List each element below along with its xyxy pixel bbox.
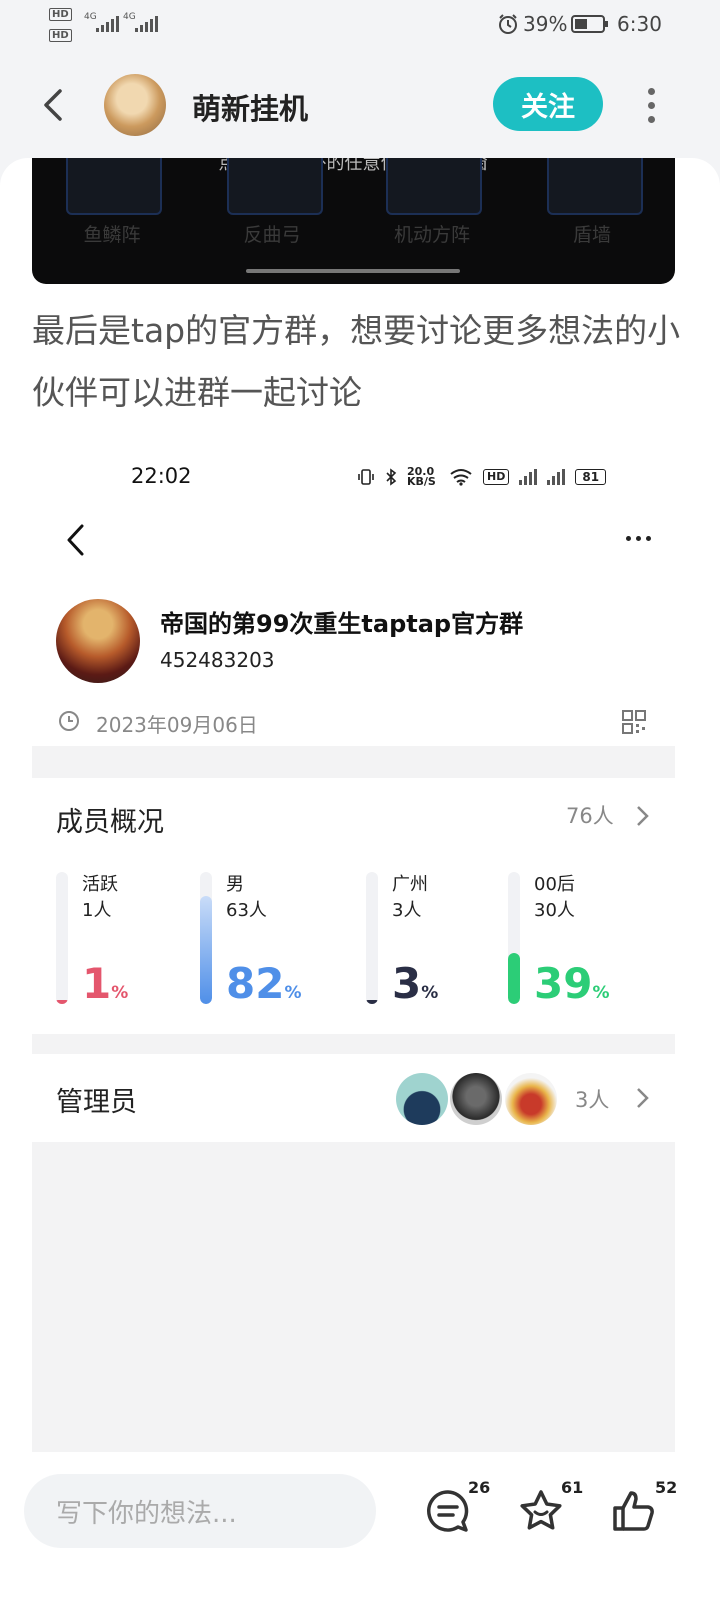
formation-label: 机动方阵 (393, 224, 470, 246)
stat-count: 1人 (82, 900, 112, 921)
chevron-right-icon (637, 1088, 649, 1108)
members-count: 76人 (566, 804, 614, 828)
video-progress-bar[interactable] (246, 269, 460, 273)
admins-title: 管理员 (56, 1087, 137, 1118)
battery-icon (571, 15, 608, 33)
members-title: 成员概况 (56, 807, 164, 838)
like-count: 52 (655, 1478, 678, 1497)
stat-unit: % (284, 983, 302, 1003)
signal-icon (547, 469, 566, 485)
hd-badge: HD (49, 29, 72, 42)
stat-percent: 3% (392, 960, 438, 1017)
stat-percent: 1% (82, 960, 128, 1017)
formation-thumb (227, 158, 323, 215)
stat-unit: % (111, 983, 129, 1003)
post-paragraph: 最后是tap的官方群，想要讨论更多想法的小伙伴可以进群一起讨论 (32, 311, 681, 412)
status-bar: HD HD 4G 4G 39% 6:30 (0, 0, 720, 50)
formation-thumb (66, 158, 162, 215)
stat-label: 活跃 (82, 874, 118, 895)
stat-bar-track (366, 872, 378, 1004)
screenshot-clock: 22:02 (131, 464, 192, 488)
clock-icon (59, 711, 79, 731)
alarm-icon (499, 14, 517, 34)
formation-thumb (547, 158, 643, 215)
section-divider (32, 1034, 675, 1054)
favorite-count: 61 (561, 1478, 584, 1497)
stat-unit: % (421, 983, 439, 1003)
comment-count: 26 (468, 1478, 491, 1497)
group-created-date: 2023年09月06日 (96, 713, 258, 737)
admin-avatar (396, 1073, 448, 1125)
stat-bar-fill (508, 953, 520, 1004)
stat-count: 63人 (226, 900, 267, 921)
formation-label: 反曲弓 (243, 224, 301, 246)
stat-bar-track (56, 872, 68, 1004)
comment-icon[interactable] (425, 1488, 471, 1534)
stat-count: 30人 (534, 900, 575, 921)
screenshot-back-icon (67, 524, 84, 556)
member-stat: 活跃 1人 1% (56, 872, 206, 1008)
member-stat: 男 63人 82% (200, 872, 350, 1008)
empty-area (32, 1142, 675, 1452)
battery-indicator: 81 (575, 469, 607, 485)
like-thumb-icon[interactable] (611, 1488, 657, 1534)
follow-button[interactable]: 关注 (493, 77, 603, 131)
qr-code-icon (622, 710, 646, 734)
favorite-star-icon[interactable] (518, 1488, 564, 1534)
stat-value: 1 (82, 959, 112, 1008)
admin-avatar (450, 1073, 502, 1125)
group-avatar (56, 599, 140, 683)
signal-icon (135, 16, 158, 32)
stat-bar-track (200, 872, 212, 1004)
more-options-icon[interactable] (648, 88, 655, 123)
back-icon[interactable] (40, 88, 66, 122)
screenshot-more-icon (626, 536, 651, 541)
stat-bar-track (508, 872, 520, 1004)
net-speed: 20.0 KB/S (407, 465, 436, 488)
stat-unit: % (592, 983, 610, 1003)
stat-percent: 39% (534, 960, 610, 1017)
stat-value: 82 (226, 959, 285, 1008)
author-name[interactable]: 萌新挂机 (192, 86, 308, 128)
wifi-icon (450, 469, 472, 486)
formation-thumb (386, 158, 482, 215)
comment-input[interactable]: 写下你的想法... (24, 1474, 376, 1548)
stat-bar-fill (200, 896, 212, 1004)
member-stat: 00后 30人 39% (508, 872, 658, 1008)
admin-avatar (505, 1073, 557, 1125)
stat-count: 3人 (392, 900, 422, 921)
signal-icon (519, 469, 538, 485)
chevron-right-icon (637, 806, 649, 826)
formation-label: 鱼鳞阵 (83, 224, 141, 246)
clock: 6:30 (617, 12, 662, 36)
stat-label: 男 (226, 874, 244, 895)
hd-badge: HD (49, 8, 72, 21)
bluetooth-icon (386, 468, 397, 486)
section-divider (32, 746, 675, 778)
screenshot-status-icons: 20.0 KB/S HD 81 (357, 465, 607, 488)
vibrate-icon (358, 469, 374, 485)
member-stat: 广州 3人 3% (366, 872, 516, 1008)
stat-percent: 82% (226, 960, 302, 1017)
hd-badge: HD (483, 469, 510, 485)
stat-bar-fill (56, 1000, 68, 1004)
stat-value: 3 (392, 959, 422, 1008)
video-player[interactable]: 点击弹窗以外的任意位置关闭弹窗 鱼鳞阵 反曲弓 机动方阵 盾墙 (32, 158, 675, 284)
group-name: 帝国的第99次重生taptap官方群 (160, 610, 524, 638)
network-type: 4G (84, 12, 97, 22)
signal-icon (96, 16, 119, 32)
admins-count: 3人 (575, 1088, 610, 1112)
stat-bar-fill (366, 1000, 378, 1004)
battery-percent: 39% (523, 12, 568, 36)
stat-label: 广州 (392, 874, 428, 895)
formation-label: 盾墙 (572, 224, 611, 246)
author-avatar[interactable] (104, 74, 166, 136)
stat-value: 39 (534, 959, 593, 1008)
group-id: 452483203 (160, 648, 275, 672)
stat-label: 00后 (534, 874, 575, 895)
network-type: 4G (123, 12, 136, 22)
